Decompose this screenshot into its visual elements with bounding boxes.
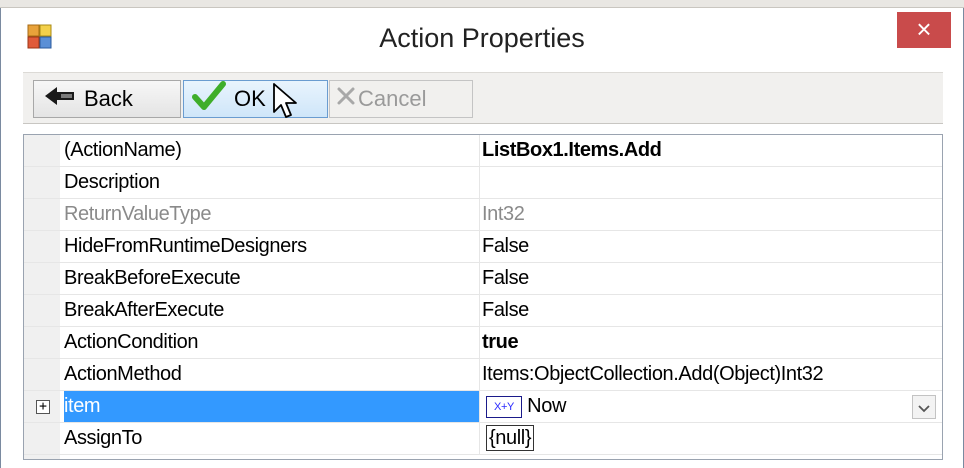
- property-name: AssignTo: [64, 423, 480, 454]
- property-grid: (ActionName) ListBox1.Items.Add Descript…: [23, 134, 943, 460]
- property-value[interactable]: False: [482, 295, 942, 326]
- property-value[interactable]: False: [482, 231, 942, 262]
- property-value[interactable]: [482, 167, 942, 198]
- property-name: ActionMethod: [64, 359, 480, 390]
- title-bar: Action Properties ×: [1, 8, 963, 72]
- expand-plus-icon[interactable]: +: [36, 400, 50, 414]
- mouse-cursor-icon: [272, 82, 302, 122]
- chevron-down-icon: [918, 392, 930, 423]
- property-name: (ActionName): [64, 135, 480, 166]
- ok-button-label: OK: [234, 86, 266, 111]
- expression-icon: X+Y: [486, 395, 522, 418]
- cancel-button[interactable]: Cancel: [329, 80, 473, 118]
- property-name: ReturnValueType: [64, 199, 480, 230]
- property-name: ActionCondition: [64, 327, 480, 358]
- property-value: Int32: [482, 203, 525, 225]
- property-name: item: [64, 391, 480, 422]
- property-row-actioncondition[interactable]: ActionCondition true: [24, 327, 942, 359]
- property-name: HideFromRuntimeDesigners: [64, 231, 480, 262]
- back-button[interactable]: Back: [33, 80, 181, 118]
- property-value[interactable]: False: [482, 263, 942, 294]
- property-row-assignto[interactable]: AssignTo {null}: [24, 423, 942, 455]
- property-value[interactable]: Items:ObjectCollection.Add(Object)Int32: [482, 359, 942, 390]
- property-value: Now: [527, 395, 566, 417]
- property-value-editor[interactable]: X+Y Now: [482, 391, 942, 422]
- back-arrow-icon: [44, 85, 76, 113]
- property-value[interactable]: ListBox1.Items.Add: [482, 135, 942, 166]
- x-cancel-icon: [336, 86, 356, 112]
- cancel-button-label: Cancel: [358, 86, 427, 111]
- property-name: BreakBeforeExecute: [64, 263, 480, 294]
- property-row-breakbeforeexecute[interactable]: BreakBeforeExecute False: [24, 263, 942, 295]
- close-button[interactable]: ×: [897, 12, 951, 48]
- toolbar: Back OK Cancel: [23, 72, 943, 124]
- property-value: {null}: [486, 425, 535, 451]
- property-row-description[interactable]: Description: [24, 167, 942, 199]
- property-value[interactable]: true: [482, 327, 942, 358]
- background-app-strip: [0, 0, 964, 8]
- action-properties-window: Action Properties × Back OK Cancel (Acti…: [0, 8, 964, 468]
- property-row-breakafterexecute[interactable]: BreakAfterExecute False: [24, 295, 942, 327]
- checkmark-icon: [192, 81, 226, 117]
- window-title: Action Properties: [379, 23, 585, 53]
- property-name: Description: [64, 167, 480, 198]
- dropdown-button[interactable]: [912, 395, 936, 419]
- property-row-hidefromruntimedesigners[interactable]: HideFromRuntimeDesigners False: [24, 231, 942, 263]
- back-button-label: Back: [84, 86, 133, 111]
- property-row-actionmethod[interactable]: ActionMethod Items:ObjectCollection.Add(…: [24, 359, 942, 391]
- property-row-returnvaluetype[interactable]: ReturnValueType Int32: [24, 199, 942, 231]
- ok-button[interactable]: OK: [183, 80, 328, 118]
- property-row-actionname[interactable]: (ActionName) ListBox1.Items.Add: [24, 135, 942, 167]
- property-row-item[interactable]: + item X+Y Now: [24, 391, 942, 423]
- property-name: BreakAfterExecute: [64, 295, 480, 326]
- property-value-editor[interactable]: {null}: [482, 423, 942, 454]
